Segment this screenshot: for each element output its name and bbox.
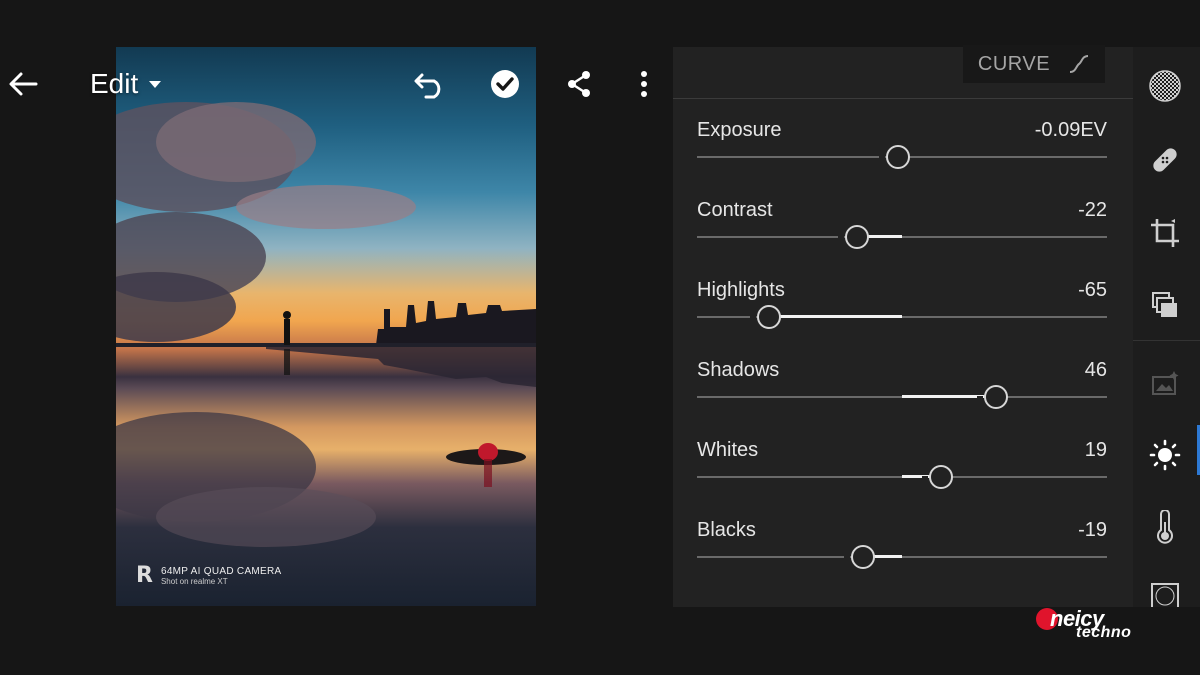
curve-icon (1069, 55, 1089, 73)
slider-thumb[interactable] (749, 305, 781, 329)
done-button[interactable] (487, 66, 523, 102)
slider-whites[interactable]: Whites 19 (697, 439, 1107, 499)
slider-track[interactable] (697, 236, 1107, 238)
slider-thumb[interactable] (921, 465, 953, 489)
curve-tab[interactable]: CURVE (963, 45, 1105, 83)
effects-button[interactable] (1147, 579, 1183, 607)
slider-track[interactable] (697, 556, 1107, 558)
share-button[interactable] (563, 66, 595, 102)
tool-rail (1133, 47, 1200, 607)
slider-value: 19 (1084, 439, 1107, 461)
more-vertical-icon (641, 71, 647, 97)
thermometer-icon (1157, 510, 1173, 544)
brand-subname: techno (1076, 624, 1132, 641)
arrow-left-icon (9, 72, 38, 96)
slider-label: Contrast (697, 199, 773, 221)
slider-blacks[interactable]: Blacks -19 (697, 519, 1107, 579)
slider-label: Highlights (697, 279, 785, 301)
realme-logo: R (136, 563, 153, 588)
slider-shadows[interactable]: Shadows 46 (697, 359, 1107, 419)
slider-thumb[interactable] (837, 225, 869, 249)
edit-mode-dropdown[interactable]: Edit (90, 68, 162, 100)
presets-icon (1149, 70, 1181, 102)
profiles-icon (1152, 292, 1177, 317)
panel-divider (673, 98, 1133, 99)
profiles-button[interactable] (1147, 287, 1183, 323)
edit-mode-label: Edit (90, 68, 139, 99)
light-adjustments-panel: CURVE Exposure -0.09EV Contrast -22 Highligh… (673, 45, 1133, 607)
slider-value: -22 (1078, 199, 1107, 221)
auto-icon (1152, 371, 1179, 395)
slider-contrast[interactable]: Contrast -22 (697, 199, 1107, 259)
watermark-camera-text: 64MP AI QUAD CAMERA (160, 565, 282, 577)
slider-label: Exposure (697, 119, 782, 141)
undo-icon (414, 73, 441, 99)
slider-label: Blacks (697, 519, 756, 541)
crop-icon (1151, 219, 1179, 247)
slider-thumb[interactable] (977, 385, 1009, 409)
slider-label: Shadows (697, 359, 780, 381)
vignette-icon (1151, 583, 1179, 607)
caret-down-icon (149, 80, 162, 88)
share-icon (568, 71, 590, 97)
undo-button[interactable] (410, 66, 450, 102)
slider-value: -19 (1078, 519, 1107, 541)
brand-watermark: neicy techno (1036, 604, 1166, 644)
light-icon (1149, 439, 1181, 471)
slider-thumb[interactable] (878, 145, 910, 169)
healing-icon (1153, 148, 1177, 172)
rail-divider (1133, 340, 1200, 341)
slider-fill (768, 315, 902, 318)
slider-value: -65 (1078, 279, 1107, 301)
auto-button[interactable] (1147, 365, 1183, 401)
healing-button[interactable] (1147, 142, 1183, 178)
photo-canvas[interactable]: R 64MP AI QUAD CAMERA Shot on realme XT (116, 47, 536, 606)
back-button[interactable] (6, 66, 40, 102)
slider-label: Whites (697, 439, 759, 461)
camera-watermark: R 64MP AI QUAD CAMERA Shot on realme XT (136, 563, 282, 588)
check-circle-icon (491, 70, 519, 98)
color-button[interactable] (1147, 509, 1183, 545)
slider-exposure[interactable]: Exposure -0.09EV (697, 119, 1107, 179)
slider-value: -0.09EV (1034, 119, 1107, 141)
curve-tab-label: CURVE (977, 52, 1051, 75)
slider-highlights[interactable]: Highlights -65 (697, 279, 1107, 339)
slider-value: 46 (1084, 359, 1107, 381)
photo-scene (116, 102, 536, 547)
more-options-button[interactable] (632, 66, 656, 102)
crop-button[interactable] (1147, 215, 1183, 251)
light-button[interactable] (1147, 437, 1183, 473)
presets-button[interactable] (1147, 68, 1183, 104)
slider-thumb[interactable] (844, 545, 876, 569)
watermark-device-text: Shot on realme XT (160, 576, 228, 586)
